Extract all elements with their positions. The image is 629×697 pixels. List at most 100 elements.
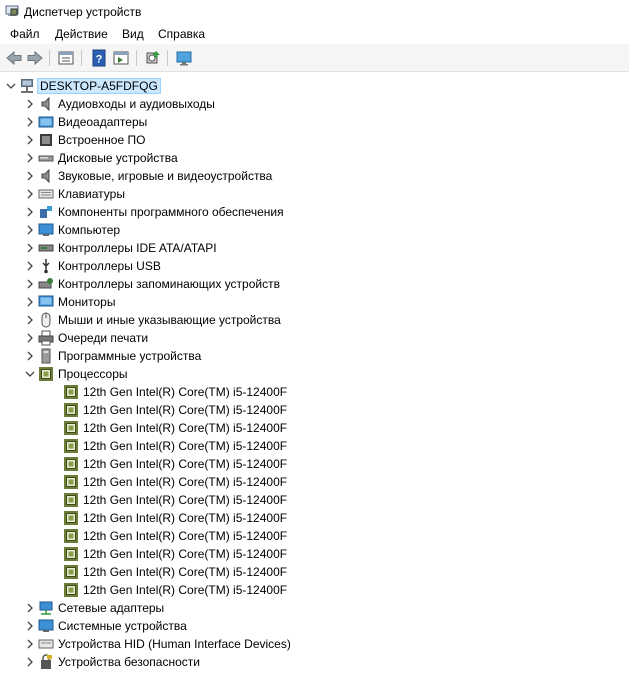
tree-category-label: Контроллеры USB [58, 259, 161, 273]
printer-icon [38, 330, 54, 346]
chevron-right-icon[interactable] [25, 189, 35, 199]
monitor-icon[interactable] [175, 49, 193, 67]
chevron-right-icon[interactable] [25, 279, 35, 289]
tree-category[interactable]: Контроллеры IDE ATA/ATAPI [25, 239, 629, 257]
chevron-down-icon[interactable] [6, 81, 16, 91]
tree-category[interactable]: Дисковые устройства [25, 149, 629, 167]
hid-icon [38, 639, 54, 649]
tree-category[interactable]: Программные устройства [25, 347, 629, 365]
tree-root-label: DESKTOP-A5FDFQG [37, 78, 161, 94]
tree-device-label: 12th Gen Intel(R) Core(TM) i5-12400F [83, 529, 288, 543]
toolbar-separator [81, 50, 82, 66]
chevron-right-icon[interactable] [25, 171, 35, 181]
menu-action[interactable]: Действие [53, 26, 110, 42]
tree-device-label: 12th Gen Intel(R) Core(TM) i5-12400F [83, 421, 288, 435]
chevron-right-icon[interactable] [25, 261, 35, 271]
tree-category[interactable]: Компьютер [25, 221, 629, 239]
tree-device-processor[interactable]: 12th Gen Intel(R) Core(TM) i5-12400F [63, 509, 629, 527]
usb-icon [42, 259, 50, 274]
properties-icon[interactable] [57, 49, 75, 67]
tree-root[interactable]: DESKTOP-A5FDFQG [6, 77, 629, 95]
chevron-right-icon[interactable] [25, 243, 35, 253]
chevron-down-icon[interactable] [25, 369, 35, 379]
tree-category[interactable]: Клавиатуры [25, 185, 629, 203]
chevron-right-icon[interactable] [25, 207, 35, 217]
disk-drive-icon [38, 155, 54, 162]
menu-help[interactable]: Справка [156, 26, 207, 42]
chevron-right-icon[interactable] [25, 153, 35, 163]
speaker-icon [41, 96, 50, 112]
tree-device-processor[interactable]: 12th Gen Intel(R) Core(TM) i5-12400F [63, 491, 629, 509]
chevron-right-icon[interactable] [25, 135, 35, 145]
chevron-right-icon[interactable] [25, 297, 35, 307]
system-device-icon [38, 619, 54, 632]
chevron-right-icon[interactable] [25, 603, 35, 613]
tree-device-label: 12th Gen Intel(R) Core(TM) i5-12400F [83, 403, 288, 417]
tree-device-processor[interactable]: 12th Gen Intel(R) Core(TM) i5-12400F [63, 437, 629, 455]
menu-view[interactable]: Вид [120, 26, 146, 42]
tree-device-label: 12th Gen Intel(R) Core(TM) i5-12400F [83, 565, 288, 579]
tree-device-processor[interactable]: 12th Gen Intel(R) Core(TM) i5-12400F [63, 581, 629, 599]
tree-category-label: Дисковые устройства [58, 151, 178, 165]
tree-category[interactable]: Устройства HID (Human Interface Devices) [25, 635, 629, 653]
menu-file[interactable]: Файл [8, 26, 42, 42]
chevron-right-icon[interactable] [25, 117, 35, 127]
processor-icon [64, 583, 78, 597]
menu-bar: Файл Действие Вид Справка [0, 24, 629, 44]
tree-category[interactable]: Контроллеры запоминающих устройств [25, 275, 629, 293]
help-icon[interactable]: ? [90, 49, 108, 67]
tree-category[interactable]: Встроенное ПО [25, 131, 629, 149]
tree-device-processor[interactable]: 12th Gen Intel(R) Core(TM) i5-12400F [63, 563, 629, 581]
tree-device-label: 12th Gen Intel(R) Core(TM) i5-12400F [83, 475, 288, 489]
tree-category-label: Контроллеры запоминающих устройств [58, 277, 280, 291]
tree-category-label: Контроллеры IDE ATA/ATAPI [58, 241, 217, 255]
tree-category[interactable]: Мониторы [25, 293, 629, 311]
chevron-right-icon[interactable] [25, 315, 35, 325]
forward-arrow-icon[interactable] [26, 49, 44, 67]
tree-category-label: Сетевые адаптеры [58, 601, 165, 615]
monitor-icon [38, 295, 54, 307]
tree-category[interactable]: Аудиовходы и аудиовыходы [25, 95, 629, 113]
tree-device-processor[interactable]: 12th Gen Intel(R) Core(TM) i5-12400F [63, 545, 629, 563]
tree-category-label: Устройства HID (Human Interface Devices) [58, 637, 291, 651]
tree-category[interactable]: Устройства безопасности [25, 653, 629, 671]
tree-device-processor[interactable]: 12th Gen Intel(R) Core(TM) i5-12400F [63, 455, 629, 473]
tree-category[interactable]: Мыши и иные указывающие устройства [25, 311, 629, 329]
window-title: Диспетчер устройств [24, 5, 142, 19]
ide-controller-icon [38, 244, 54, 252]
tree-category[interactable]: Сетевые адаптеры [25, 599, 629, 617]
tree-category[interactable]: Звуковые, игровые и видеоустройства [25, 167, 629, 185]
processor-icon [64, 457, 78, 471]
tree-category-processors[interactable]: Процессоры [25, 365, 629, 383]
tree-category[interactable]: Контроллеры USB [25, 257, 629, 275]
toolbar-separator [136, 50, 137, 66]
mouse-icon [41, 312, 51, 328]
chevron-right-icon[interactable] [25, 333, 35, 343]
tree-device-processor[interactable]: 12th Gen Intel(R) Core(TM) i5-12400F [63, 473, 629, 491]
tree-category[interactable]: Видеоадаптеры [25, 113, 629, 131]
chevron-right-icon[interactable] [25, 351, 35, 361]
chevron-right-icon[interactable] [25, 639, 35, 649]
tree-category[interactable]: Компоненты программного обеспечения [25, 203, 629, 221]
tree-category[interactable]: Системные устройства [25, 617, 629, 635]
tree-device-label: 12th Gen Intel(R) Core(TM) i5-12400F [83, 385, 288, 399]
chevron-right-icon[interactable] [25, 621, 35, 631]
tree-device-processor[interactable]: 12th Gen Intel(R) Core(TM) i5-12400F [63, 401, 629, 419]
tree-device-processor[interactable]: 12th Gen Intel(R) Core(TM) i5-12400F [63, 419, 629, 437]
chevron-right-icon[interactable] [25, 657, 35, 667]
chevron-right-icon[interactable] [25, 225, 35, 235]
show-hidden-icon[interactable] [112, 49, 130, 67]
tree-device-processor[interactable]: 12th Gen Intel(R) Core(TM) i5-12400F [63, 527, 629, 545]
tree-category-label: Системные устройства [58, 619, 187, 633]
tree-device-label: 12th Gen Intel(R) Core(TM) i5-12400F [83, 493, 288, 507]
tree-device-processor[interactable]: 12th Gen Intel(R) Core(TM) i5-12400F [63, 383, 629, 401]
title-bar: Диспетчер устройств [0, 0, 629, 24]
tree-category-label: Мыши и иные указывающие устройства [58, 313, 281, 327]
scan-hardware-icon[interactable] [144, 49, 162, 67]
processor-icon [64, 403, 78, 417]
tree-device-label: 12th Gen Intel(R) Core(TM) i5-12400F [83, 583, 288, 597]
back-arrow-icon[interactable] [5, 49, 23, 67]
chevron-right-icon[interactable] [25, 99, 35, 109]
tree-category[interactable]: Очереди печати [25, 329, 629, 347]
tree-category-label: Видеоадаптеры [58, 115, 148, 129]
